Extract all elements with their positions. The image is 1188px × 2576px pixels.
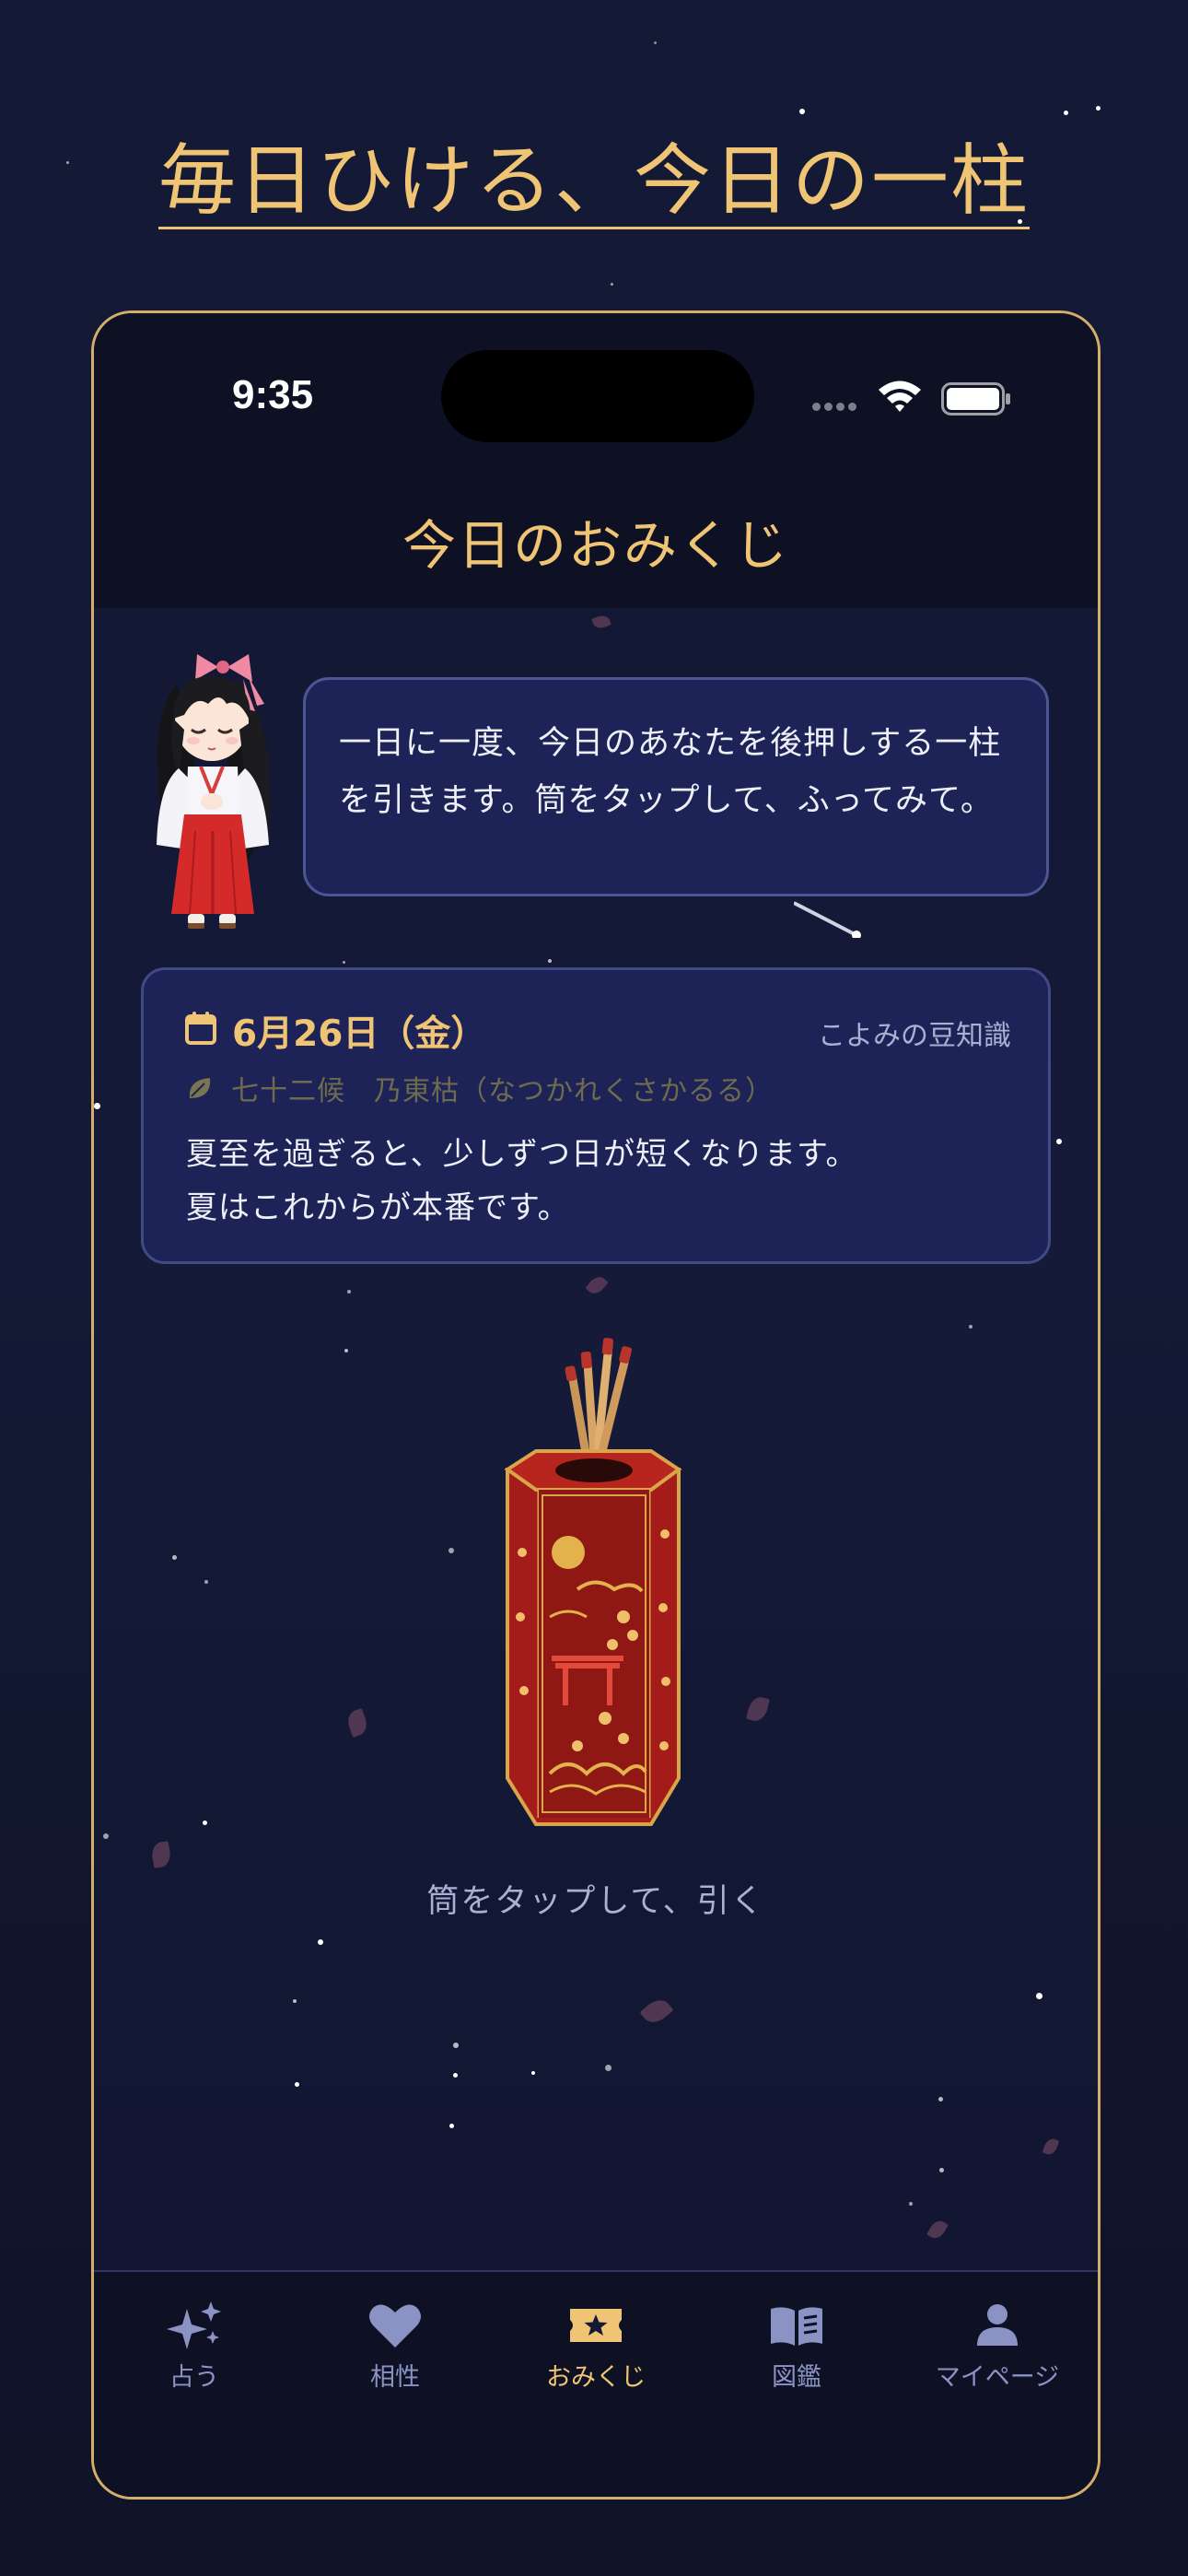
petal	[585, 1273, 609, 1297]
tab-encyclopedia[interactable]: 図鑑	[696, 2300, 897, 2393]
star	[939, 2168, 944, 2172]
trivia-line: 夏至を過ぎると、少しずつ日が短くなります。	[186, 1136, 858, 1173]
speech-text: 一日に一度、今日のあなたを後押しする一柱を引きます。筒をタップして、ふってみて。	[339, 725, 1002, 819]
star	[94, 1103, 100, 1109]
petal	[591, 613, 611, 631]
star	[611, 283, 613, 286]
sparkles-icon	[167, 2301, 221, 2349]
status-time: 9:35	[232, 372, 314, 417]
shrine-maiden-character	[131, 647, 297, 942]
petal	[149, 1840, 173, 1869]
heart-icon	[369, 2304, 421, 2348]
star	[799, 109, 805, 114]
tab-label: マイページ	[935, 2363, 1060, 2392]
star	[453, 2073, 458, 2078]
date-label: 6月26日（金）	[232, 1013, 487, 1055]
star	[344, 1349, 348, 1352]
star	[1064, 111, 1068, 115]
tab-bar: 占う 相性 おみくじ 図鑑 マイページ	[94, 2270, 1098, 2497]
star	[605, 2065, 611, 2071]
promo-headline: 毎日ひける、今日の一柱	[157, 138, 1030, 230]
star	[969, 1325, 973, 1329]
calendar-info-card: 6月26日（金） こよみの豆知識 七十二候 乃東枯（なつかれくさかるる） 夏至を…	[141, 967, 1051, 1264]
calendar-icon	[184, 1011, 217, 1049]
speech-bubble-tail	[793, 901, 868, 942]
top-bar: 9:35 今日のおみくじ	[94, 313, 1098, 608]
star	[172, 1555, 177, 1560]
phone-frame: 9:35 今日のおみくじ 一日に一度、今日のあなたを後押しする一柱を引きます。筒…	[91, 310, 1101, 2500]
petal	[344, 1707, 370, 1739]
star	[938, 2097, 943, 2102]
petal	[639, 1994, 674, 2029]
star	[1096, 106, 1101, 111]
tab-label: 図鑑	[772, 2363, 821, 2392]
leaf-icon	[186, 1074, 214, 1106]
book-icon	[771, 2307, 822, 2346]
petal	[1042, 2137, 1060, 2157]
tab-label: 相性	[370, 2363, 420, 2392]
petal	[745, 1694, 771, 1724]
star	[103, 1833, 109, 1839]
screen-title: 今日のおみくじ	[402, 514, 789, 577]
star	[343, 961, 345, 964]
star	[1036, 1993, 1042, 1999]
star	[347, 1290, 351, 1294]
ticket-star-icon	[570, 2309, 622, 2342]
star	[448, 1548, 454, 1553]
tab-mypage[interactable]: マイページ	[897, 2300, 1098, 2393]
star	[318, 1939, 323, 1945]
star	[548, 959, 552, 963]
tab-compatibility[interactable]: 相性	[295, 2300, 495, 2393]
calendar-trivia-label: こよみの豆知識	[818, 1020, 1011, 1052]
star	[295, 2082, 299, 2087]
star	[449, 2124, 454, 2128]
petal	[926, 2218, 949, 2242]
trivia-line: 夏はこれからが本番です。	[186, 1189, 570, 1226]
star	[204, 1580, 208, 1584]
star	[654, 41, 657, 44]
tab-omikuji[interactable]: おみくじ	[495, 2300, 696, 2393]
star	[293, 1999, 297, 2003]
battery-icon	[941, 382, 1011, 419]
wifi-icon	[877, 378, 923, 416]
star	[1056, 1139, 1062, 1144]
star	[909, 2202, 913, 2206]
omikuji-cylinder[interactable]	[495, 1313, 697, 1838]
cellular-signal-icon	[812, 403, 862, 412]
dynamic-island	[441, 350, 754, 442]
tab-fortune[interactable]: 占う	[94, 2300, 295, 2393]
seasonal-period-label: 七十二候 乃東枯（なつかれくさかるる）	[231, 1075, 774, 1107]
tab-label: おみくじ	[546, 2363, 646, 2392]
tab-label: 占う	[169, 2363, 219, 2392]
speech-bubble: 一日に一度、今日のあなたを後押しする一柱を引きます。筒をタップして、ふってみて。	[303, 677, 1049, 896]
star	[203, 1821, 207, 1825]
person-icon	[977, 2304, 1018, 2346]
star	[531, 2071, 535, 2075]
tap-hint-text: 筒をタップして、引く	[426, 1883, 765, 1920]
star	[453, 2043, 459, 2048]
